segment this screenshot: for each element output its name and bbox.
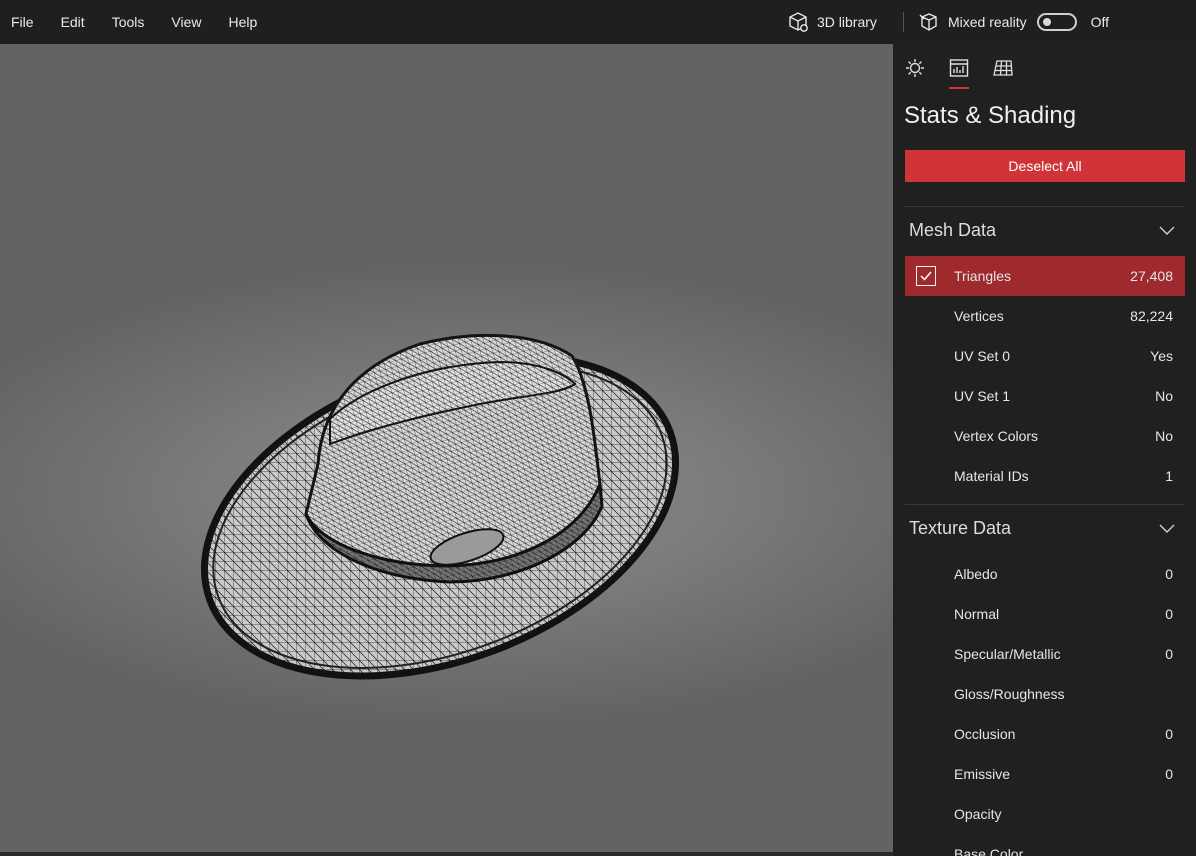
menu-edit[interactable]: Edit — [61, 14, 85, 30]
row-label: Occlusion — [954, 726, 1016, 742]
texture-row-gloss-roughness[interactable]: Gloss/Roughness — [905, 674, 1185, 714]
row-label: Albedo — [954, 566, 998, 582]
row-label: Opacity — [954, 806, 1002, 822]
cube-icon — [789, 12, 808, 32]
title-bar: File Edit Tools View Help 3D library Mix… — [0, 0, 1196, 44]
topbar-divider — [903, 12, 904, 32]
viewport-bottom-edge — [0, 852, 893, 856]
row-value: 0 — [1165, 766, 1173, 782]
row-value: No — [1155, 388, 1173, 404]
row-label: Vertex Colors — [954, 428, 1039, 444]
row-value: 27,408 — [1130, 268, 1173, 284]
tab-grid[interactable] — [991, 56, 1015, 80]
row-label: UV Set 1 — [954, 388, 1011, 404]
mesh-row-vertices[interactable]: Vertices 82,224 — [905, 296, 1185, 336]
row-label: Normal — [954, 606, 1000, 622]
texture-row-specular-metallic[interactable]: Specular/Metallic 0 — [905, 634, 1185, 674]
panel-title: Stats & Shading — [904, 102, 1077, 129]
stats-icon — [949, 59, 969, 77]
row-value: Yes — [1150, 348, 1173, 364]
section-divider — [905, 504, 1185, 505]
3d-library-button[interactable]: 3D library — [787, 0, 877, 44]
texture-row-opacity[interactable]: Opacity — [905, 794, 1185, 834]
mesh-data-header[interactable]: Mesh Data — [909, 220, 996, 241]
texture-row-emissive[interactable]: Emissive 0 — [905, 754, 1185, 794]
row-label: Vertices — [954, 308, 1004, 324]
hat-wireframe-model[interactable] — [0, 44, 893, 852]
texture-data-header[interactable]: Texture Data — [909, 518, 1011, 539]
menu-help[interactable]: Help — [228, 14, 257, 30]
row-value: No — [1155, 428, 1173, 444]
chevron-down-icon[interactable] — [1159, 524, 1175, 534]
tab-stats[interactable] — [947, 56, 971, 80]
checkmark-icon — [920, 271, 932, 281]
row-label: Emissive — [954, 766, 1011, 782]
row-label: Gloss/Roughness — [954, 686, 1065, 702]
row-value: 0 — [1165, 566, 1173, 582]
mesh-row-material-ids[interactable]: Material IDs 1 — [905, 456, 1185, 496]
texture-row-normal[interactable]: Normal 0 — [905, 594, 1185, 634]
row-label: Base Color — [954, 846, 1024, 856]
texture-row-base-color[interactable]: Base Color — [905, 834, 1185, 856]
sun-icon — [906, 59, 924, 77]
mesh-row-triangles[interactable]: Triangles 27,408 — [905, 256, 1185, 296]
mixed-reality-control: Mixed reality Off — [918, 0, 1109, 44]
3d-library-label: 3D library — [817, 14, 877, 30]
mixed-reality-label: Mixed reality — [948, 14, 1027, 30]
row-value: 82,224 — [1130, 308, 1173, 324]
3d-viewport[interactable] — [0, 44, 893, 852]
stats-shading-panel: Stats & Shading Deselect All Mesh Data T… — [893, 44, 1196, 856]
section-divider — [905, 206, 1185, 207]
panel-tab-bar — [893, 44, 1196, 90]
row-label: Specular/Metallic — [954, 646, 1061, 662]
menu-view[interactable]: View — [171, 14, 201, 30]
menu-bar: File Edit Tools View Help — [0, 0, 284, 44]
row-value: 0 — [1165, 606, 1173, 622]
tab-lighting[interactable] — [903, 56, 927, 80]
chevron-down-icon[interactable] — [1159, 226, 1175, 236]
checkbox[interactable] — [916, 266, 936, 286]
row-label: Triangles — [954, 268, 1012, 284]
mesh-row-vertex-colors[interactable]: Vertex Colors No — [905, 416, 1185, 456]
mesh-row-uv-set-0[interactable]: UV Set 0 Yes — [905, 336, 1185, 376]
row-value: 0 — [1165, 726, 1173, 742]
active-tab-indicator — [949, 87, 969, 89]
row-label: UV Set 0 — [954, 348, 1011, 364]
mixed-reality-icon — [919, 13, 937, 31]
deselect-all-button[interactable]: Deselect All — [905, 150, 1185, 182]
menu-file[interactable]: File — [11, 14, 34, 30]
texture-row-occlusion[interactable]: Occlusion 0 — [905, 714, 1185, 754]
grid-icon — [993, 60, 1013, 76]
texture-row-albedo[interactable]: Albedo 0 — [905, 554, 1185, 594]
row-value: 0 — [1165, 646, 1173, 662]
mixed-reality-state: Off — [1090, 14, 1110, 30]
toggle-knob — [1042, 18, 1051, 26]
row-value: 1 — [1165, 468, 1173, 484]
menu-tools[interactable]: Tools — [112, 14, 145, 30]
mixed-reality-toggle[interactable] — [1036, 13, 1077, 31]
mesh-row-uv-set-1[interactable]: UV Set 1 No — [905, 376, 1185, 416]
row-label: Material IDs — [954, 468, 1029, 484]
